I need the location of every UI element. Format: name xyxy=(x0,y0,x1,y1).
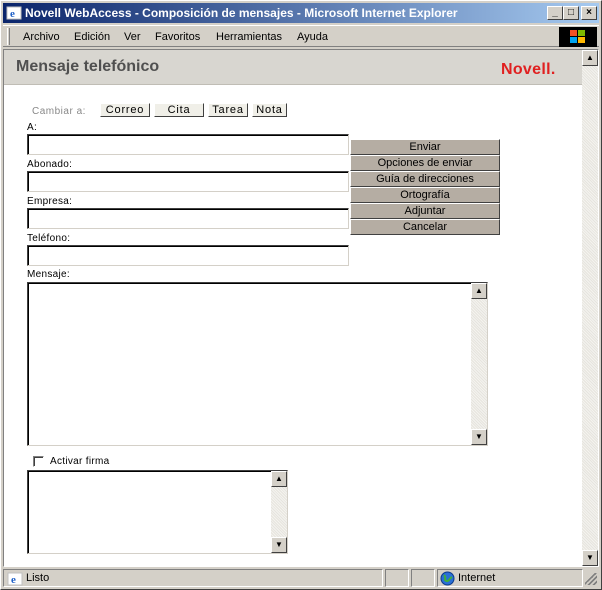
phone-field[interactable] xyxy=(27,245,349,266)
status-cell-1 xyxy=(385,569,409,587)
globe-icon xyxy=(440,571,455,586)
svg-text:e: e xyxy=(10,8,15,20)
page-scrollbar[interactable]: ▲ ▼ xyxy=(582,50,598,566)
toolbar-grip[interactable] xyxy=(7,28,10,45)
scroll-down-icon[interactable]: ▼ xyxy=(582,550,598,566)
company-field[interactable] xyxy=(27,208,349,229)
page-header: Mensaje telefónico Novell. xyxy=(4,50,582,85)
signature-label: Activar firma xyxy=(50,456,110,467)
menu-favoritos[interactable]: Favoritos xyxy=(155,29,200,45)
attach-button[interactable]: Adjuntar xyxy=(350,203,500,219)
page-viewport: Mensaje telefónico Novell. Cambiar a: Co… xyxy=(3,49,599,567)
menu-bar: Archivo Edición Ver Favoritos Herramient… xyxy=(3,25,599,47)
menu-edicion[interactable]: Edición xyxy=(74,29,110,45)
scroll-up-icon[interactable]: ▲ xyxy=(471,283,487,299)
status-zone: Internet xyxy=(437,569,583,587)
page-title: Mensaje telefónico xyxy=(16,58,160,75)
novell-logo: Novell. xyxy=(501,61,556,78)
message-scrollbar[interactable]: ▲ ▼ xyxy=(471,283,487,445)
menu-herramientas[interactable]: Herramientas xyxy=(216,29,282,45)
switch-correo-button[interactable]: Correo xyxy=(100,103,150,117)
phone-label: Teléfono: xyxy=(27,233,71,244)
signature-scrollbar[interactable]: ▲ ▼ xyxy=(271,471,287,553)
title-bar[interactable]: e Novell WebAccess - Composición de mens… xyxy=(3,3,599,23)
cancel-button[interactable]: Cancelar xyxy=(350,219,500,235)
address-book-button[interactable]: Guía de direcciones xyxy=(350,171,500,187)
ie-icon: e xyxy=(6,6,22,20)
browser-window: e Novell WebAccess - Composición de mens… xyxy=(0,0,602,590)
zone-text: Internet xyxy=(458,572,496,584)
menu-ayuda[interactable]: Ayuda xyxy=(297,29,328,45)
scroll-down-icon[interactable]: ▼ xyxy=(471,429,487,445)
status-main: e Listo xyxy=(3,569,383,587)
to-field[interactable] xyxy=(27,134,349,155)
menu-archivo[interactable]: Archivo xyxy=(23,29,60,45)
resize-grip[interactable] xyxy=(585,573,597,585)
to-label: A: xyxy=(27,122,38,133)
checkbox-icon[interactable] xyxy=(33,456,44,467)
close-button[interactable]: × xyxy=(581,6,597,20)
svg-text:e: e xyxy=(11,574,16,586)
company-label: Empresa: xyxy=(27,196,73,207)
switch-cita-button[interactable]: Cita xyxy=(154,103,204,117)
ie-icon: e xyxy=(7,572,23,586)
maximize-button[interactable]: □ xyxy=(563,6,579,20)
spell-check-button[interactable]: Ortografía xyxy=(350,187,500,203)
compose-form: Cambiar a: Correo Cita Tarea Nota A: Abo… xyxy=(4,86,582,566)
caller-field[interactable] xyxy=(27,171,349,192)
switch-tarea-button[interactable]: Tarea xyxy=(208,103,248,117)
signature-textarea[interactable]: ▲ ▼ xyxy=(27,470,288,554)
window-title: Novell WebAccess - Composición de mensaj… xyxy=(25,6,458,20)
scroll-up-icon[interactable]: ▲ xyxy=(271,471,287,487)
windows-logo-icon xyxy=(559,27,597,47)
switch-nota-button[interactable]: Nota xyxy=(252,103,287,117)
switch-to-label: Cambiar a: xyxy=(32,106,86,117)
caller-label: Abonado: xyxy=(27,159,73,170)
menu-ver[interactable]: Ver xyxy=(124,29,141,45)
send-options-button[interactable]: Opciones de enviar xyxy=(350,155,500,171)
minimize-button[interactable]: _ xyxy=(547,6,563,20)
status-text: Listo xyxy=(26,572,50,584)
scroll-up-icon[interactable]: ▲ xyxy=(582,50,598,66)
message-textarea[interactable]: ▲ ▼ xyxy=(27,282,488,446)
status-bar: e Listo Internet xyxy=(3,569,599,588)
status-cell-2 xyxy=(411,569,435,587)
scroll-down-icon[interactable]: ▼ xyxy=(271,537,287,553)
send-button[interactable]: Enviar xyxy=(350,139,500,155)
message-label: Mensaje: xyxy=(27,269,70,280)
